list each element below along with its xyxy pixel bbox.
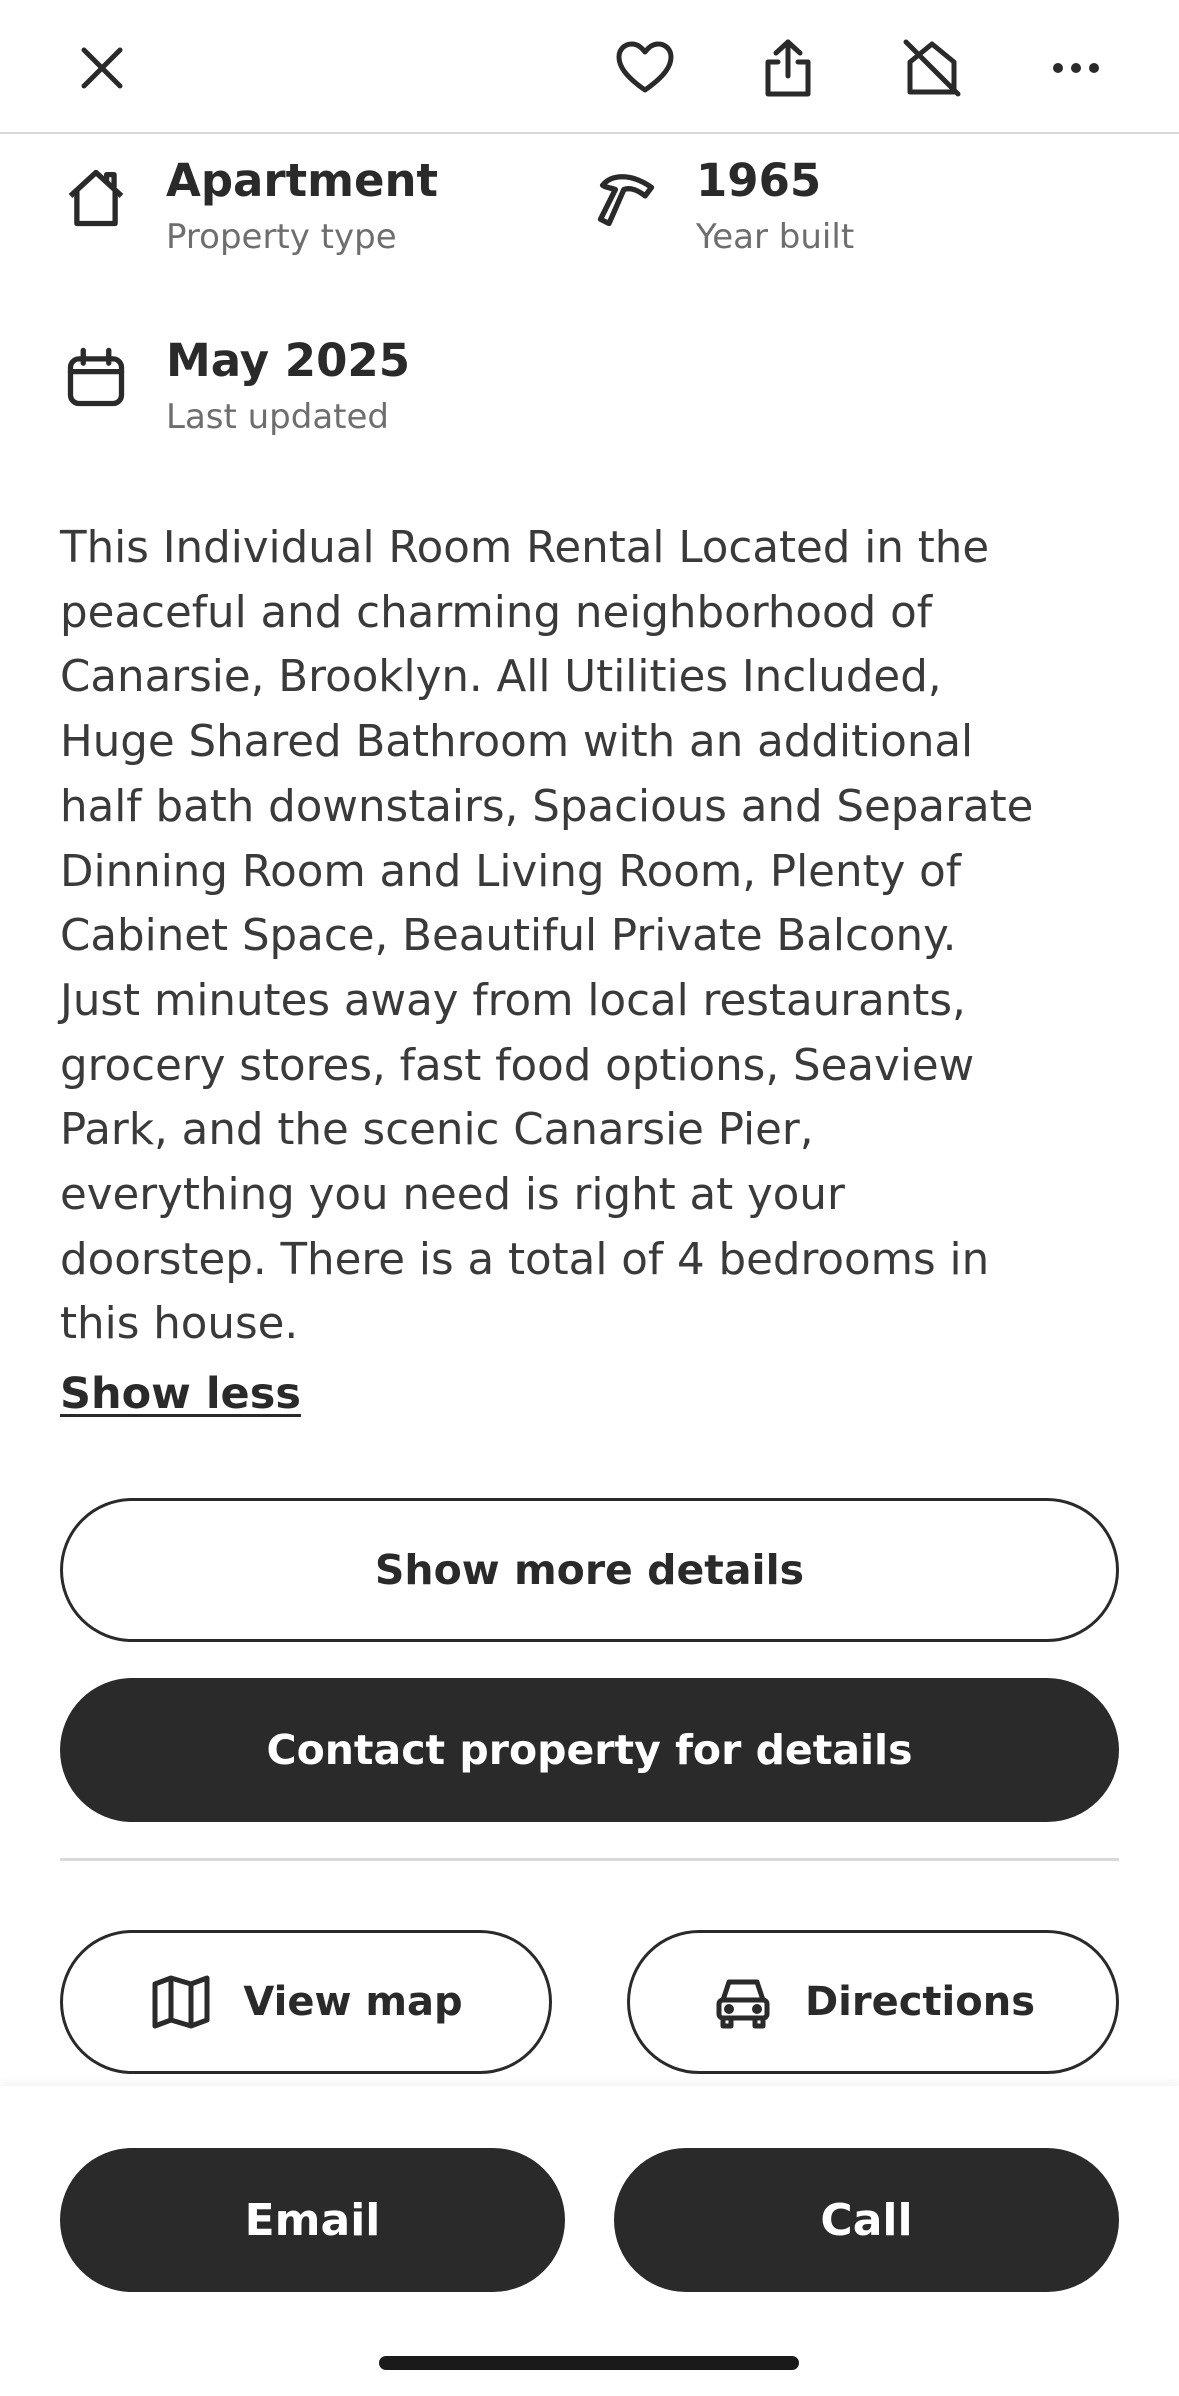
year-built-label: Year built — [696, 217, 855, 257]
view-map-label: View map — [243, 1979, 463, 2025]
hide-icon[interactable] — [896, 32, 968, 104]
description-line: everything you need is right at your — [60, 1170, 845, 1221]
year-built-value: 1965 — [696, 154, 822, 207]
view-map-button[interactable]: View map — [60, 1930, 552, 2074]
description-line: This Individual Room Rental Located in t… — [60, 523, 990, 573]
section-divider — [60, 1858, 1119, 1861]
description-line: Dinning Room and Living Room, Plenty of — [60, 846, 962, 897]
fact-property-type: Apartment Property type — [58, 152, 438, 264]
calendar-icon — [58, 340, 134, 416]
directions-label: Directions — [804, 1979, 1036, 2025]
description-line: Canarsie, Brooklyn. All Utilities Includ… — [60, 652, 942, 703]
last-updated-value: May 2025 — [166, 334, 411, 387]
description-line: Just minutes away from local restaurants… — [60, 975, 966, 1026]
map-icon — [152, 1975, 210, 2029]
property-type-label: Property type — [166, 217, 397, 257]
share-icon[interactable] — [752, 32, 824, 104]
show-more-details-button[interactable]: Show more details — [60, 1498, 1119, 1642]
house-icon — [58, 160, 134, 236]
close-icon[interactable] — [66, 32, 138, 104]
contact-property-button[interactable]: Contact property for details — [60, 1678, 1119, 1822]
heart-icon[interactable] — [609, 32, 681, 104]
fact-last-updated: May 2025 Last updated — [58, 332, 410, 444]
hammer-icon — [588, 160, 664, 236]
description-line: Park, and the scenic Canarsie Pier, — [60, 1105, 814, 1156]
fact-year-built: 1965 Year built — [588, 152, 854, 264]
car-icon — [716, 1979, 770, 2029]
description-line: grocery stores, fast food options, Seavi… — [60, 1040, 975, 1091]
show-less-link[interactable]: Show less — [60, 1364, 301, 1424]
more-icon[interactable] — [1040, 32, 1112, 104]
top-toolbar — [0, 0, 1179, 134]
directions-button[interactable]: Directions — [627, 1930, 1119, 2074]
call-button[interactable]: Call — [614, 2148, 1119, 2292]
description-line: Cabinet Space, Beautiful Private Balcony… — [60, 911, 957, 962]
description-line: peaceful and charming neighborhood of — [60, 587, 933, 638]
email-button[interactable]: Email — [60, 2148, 565, 2292]
last-updated-label: Last updated — [166, 397, 390, 437]
description-line: doorstep. There is a total of 4 bedrooms… — [60, 1234, 990, 1285]
description-line: half bath downstairs, Spacious and Separ… — [60, 781, 1034, 832]
property-type-value: Apartment — [166, 154, 439, 207]
description-line: this house. — [60, 1299, 299, 1350]
home-indicator — [379, 2356, 799, 2370]
property-description: This Individual Room Rental Located in t… — [60, 516, 1140, 1357]
description-line: Huge Shared Bathroom with an additional — [60, 717, 974, 768]
